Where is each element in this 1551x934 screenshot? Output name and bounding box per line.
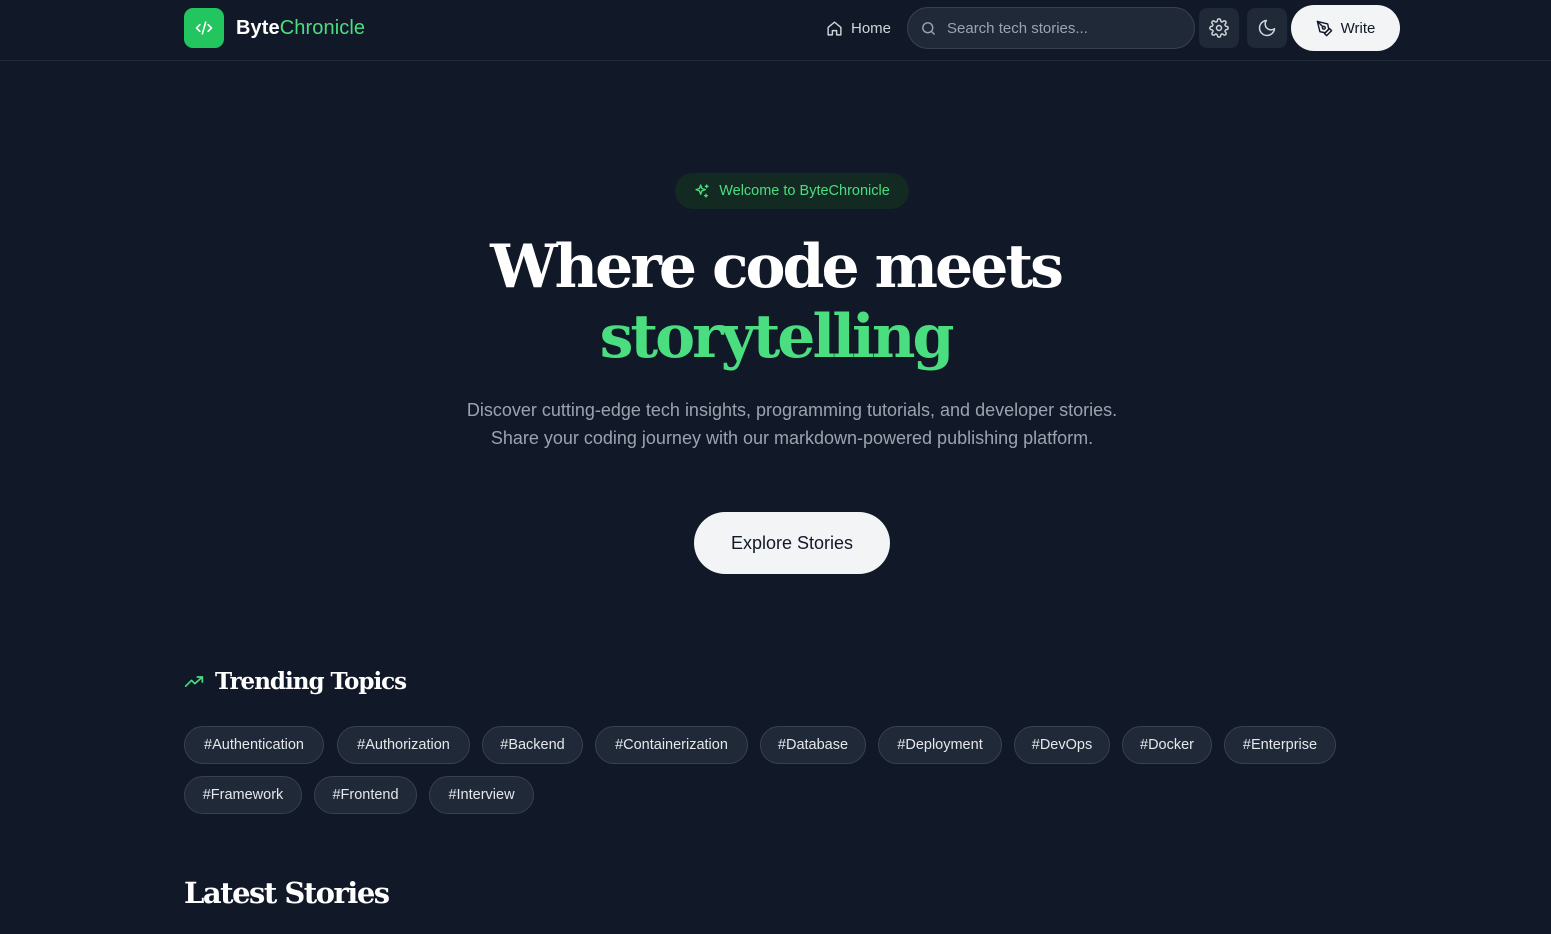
tag-authorization[interactable]: #Authorization	[337, 726, 470, 764]
gear-icon	[1209, 18, 1229, 38]
explore-stories-button[interactable]: Explore Stories	[694, 512, 890, 574]
settings-button[interactable]	[1199, 8, 1239, 48]
home-icon	[827, 20, 842, 36]
search-input[interactable]	[947, 19, 1177, 37]
brand-name: ByteChronicle	[236, 17, 365, 40]
write-button-label: Write	[1340, 19, 1376, 37]
tag-authentication[interactable]: #Authentication	[184, 726, 324, 764]
tag-database[interactable]: #Database	[760, 726, 866, 764]
tag-enterprise[interactable]: #Enterprise	[1224, 726, 1336, 764]
page: ByteChronicle Home Search tech stories..…	[0, 0, 1551, 934]
moon-icon	[1258, 19, 1276, 37]
trending-up-icon	[184, 675, 204, 687]
brand-name-part2: Chronicle	[279, 16, 366, 39]
latest-stories-title: Latest Stories	[184, 876, 390, 910]
tag-framework[interactable]: #Framework	[184, 776, 302, 814]
hero-title: Where code meets storytelling	[0, 232, 1551, 372]
tag-docker[interactable]: #Docker	[1122, 726, 1212, 764]
theme-toggle-button[interactable]	[1247, 8, 1287, 48]
tag-devops[interactable]: #DevOps	[1014, 726, 1110, 764]
welcome-badge: Welcome to ByteChronicle	[675, 173, 909, 209]
search-box[interactable]	[907, 7, 1195, 49]
tag-deployment[interactable]: #Deployment	[878, 726, 1002, 764]
trending-title: Trending Topics	[215, 668, 407, 695]
nav-home-label: Home	[851, 19, 892, 37]
write-button[interactable]: Write	[1291, 5, 1400, 51]
tag-backend[interactable]: #Backend	[482, 726, 583, 764]
hero-description: Discover cutting-edge tech insights, pro…	[466, 400, 1118, 448]
hero-title-accent: storytelling	[599, 302, 955, 372]
top-navbar: ByteChronicle Home Search tech stories..…	[0, 0, 1551, 61]
search-icon	[922, 21, 935, 35]
sparkles-icon	[695, 184, 709, 198]
brand-name-part1: Byte	[236, 16, 280, 39]
tag-frontend[interactable]: #Frontend	[314, 776, 417, 814]
pen-icon	[1316, 20, 1332, 36]
welcome-text: Welcome to ByteChronicle	[719, 183, 890, 199]
tag-containerization[interactable]: #Containerization	[595, 726, 748, 764]
trending-header: Trending Topics	[184, 668, 407, 695]
tag-interview[interactable]: #Interview	[429, 776, 534, 814]
nav-home-link[interactable]: Home	[826, 14, 891, 42]
brand-logo[interactable]: ByteChronicle	[184, 8, 365, 48]
code-icon	[184, 8, 224, 48]
hero-title-line1: Where code meets	[490, 232, 1064, 302]
